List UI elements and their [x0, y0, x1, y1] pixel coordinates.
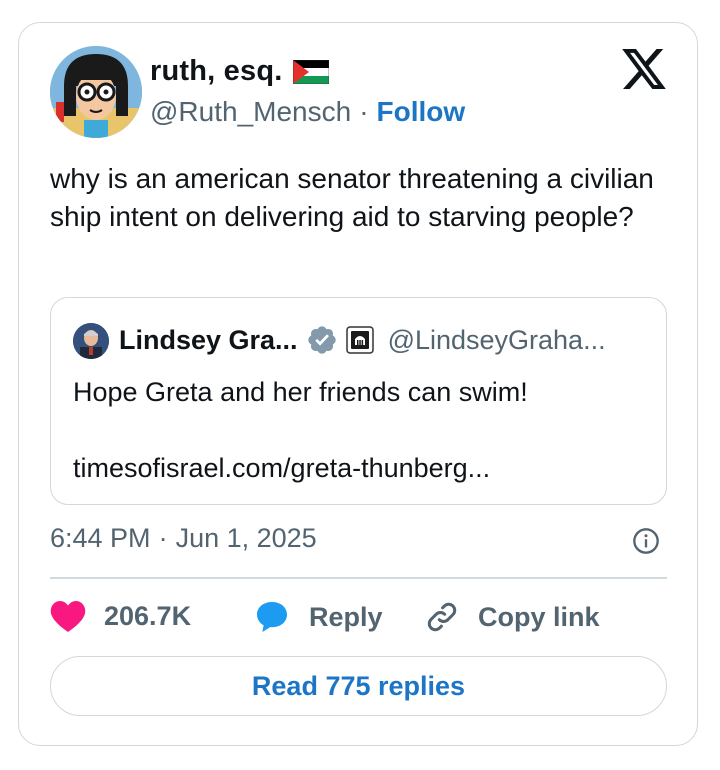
handle-separator: · [359, 96, 369, 127]
quoted-tweet[interactable]: Lindsey Gra... @LindseyGraha... Hope Gre… [50, 297, 667, 505]
timestamp-separator: · [158, 523, 168, 553]
quoted-header: Lindsey Gra... @LindseyGraha... [119, 324, 606, 356]
link-icon [427, 602, 457, 632]
copy-link-button[interactable]: Copy link [424, 599, 600, 635]
quoted-author-avatar[interactable] [73, 323, 109, 359]
reply-bubble-icon [257, 602, 287, 632]
author-display-name[interactable]: ruth, esq. [150, 55, 283, 88]
like-button[interactable]: 206.7K [50, 599, 191, 633]
divider [50, 577, 667, 579]
tweet-text: why is an american senator threatening a… [50, 163, 654, 232]
copy-link-label: Copy link [478, 601, 600, 632]
read-replies-button[interactable]: Read 775 replies [50, 656, 667, 716]
reply-label: Reply [309, 601, 383, 632]
author-name-row: ruth, esq. [150, 55, 329, 88]
tweet-timestamp[interactable]: 6:44 PM · Jun 1, 2025 [50, 523, 317, 554]
quoted-text: Hope Greta and her friends can swim! [73, 377, 528, 407]
palestine-flag-icon [292, 59, 329, 84]
action-bar: 206.7K Reply Copy link [50, 599, 670, 639]
reply-button[interactable]: Reply [253, 599, 383, 635]
heart-icon [50, 601, 86, 632]
tweet-embed-card: ruth, esq. @Ruth_Mensch · Follow why is … [18, 22, 698, 746]
follow-button[interactable]: Follow [377, 96, 466, 128]
like-count: 206.7K [104, 600, 192, 631]
government-badge-icon [345, 326, 374, 354]
author-handle[interactable]: @Ruth_Mensch [150, 96, 351, 128]
author-avatar[interactable] [50, 46, 142, 138]
author-handle-row: @Ruth_Mensch · Follow [150, 96, 465, 128]
x-logo-icon[interactable] [622, 49, 666, 89]
quoted-handle[interactable]: @LindseyGraha... [388, 325, 606, 356]
info-icon[interactable] [632, 527, 660, 555]
tweet-date: Jun 1, 2025 [175, 523, 317, 553]
quoted-display-name[interactable]: Lindsey Gra... [119, 325, 298, 356]
quoted-link[interactable]: timesofisrael.com/greta-thunberg... [73, 450, 490, 486]
gray-verified-badge-icon [307, 326, 336, 354]
tweet-time: 6:44 PM [50, 523, 151, 553]
